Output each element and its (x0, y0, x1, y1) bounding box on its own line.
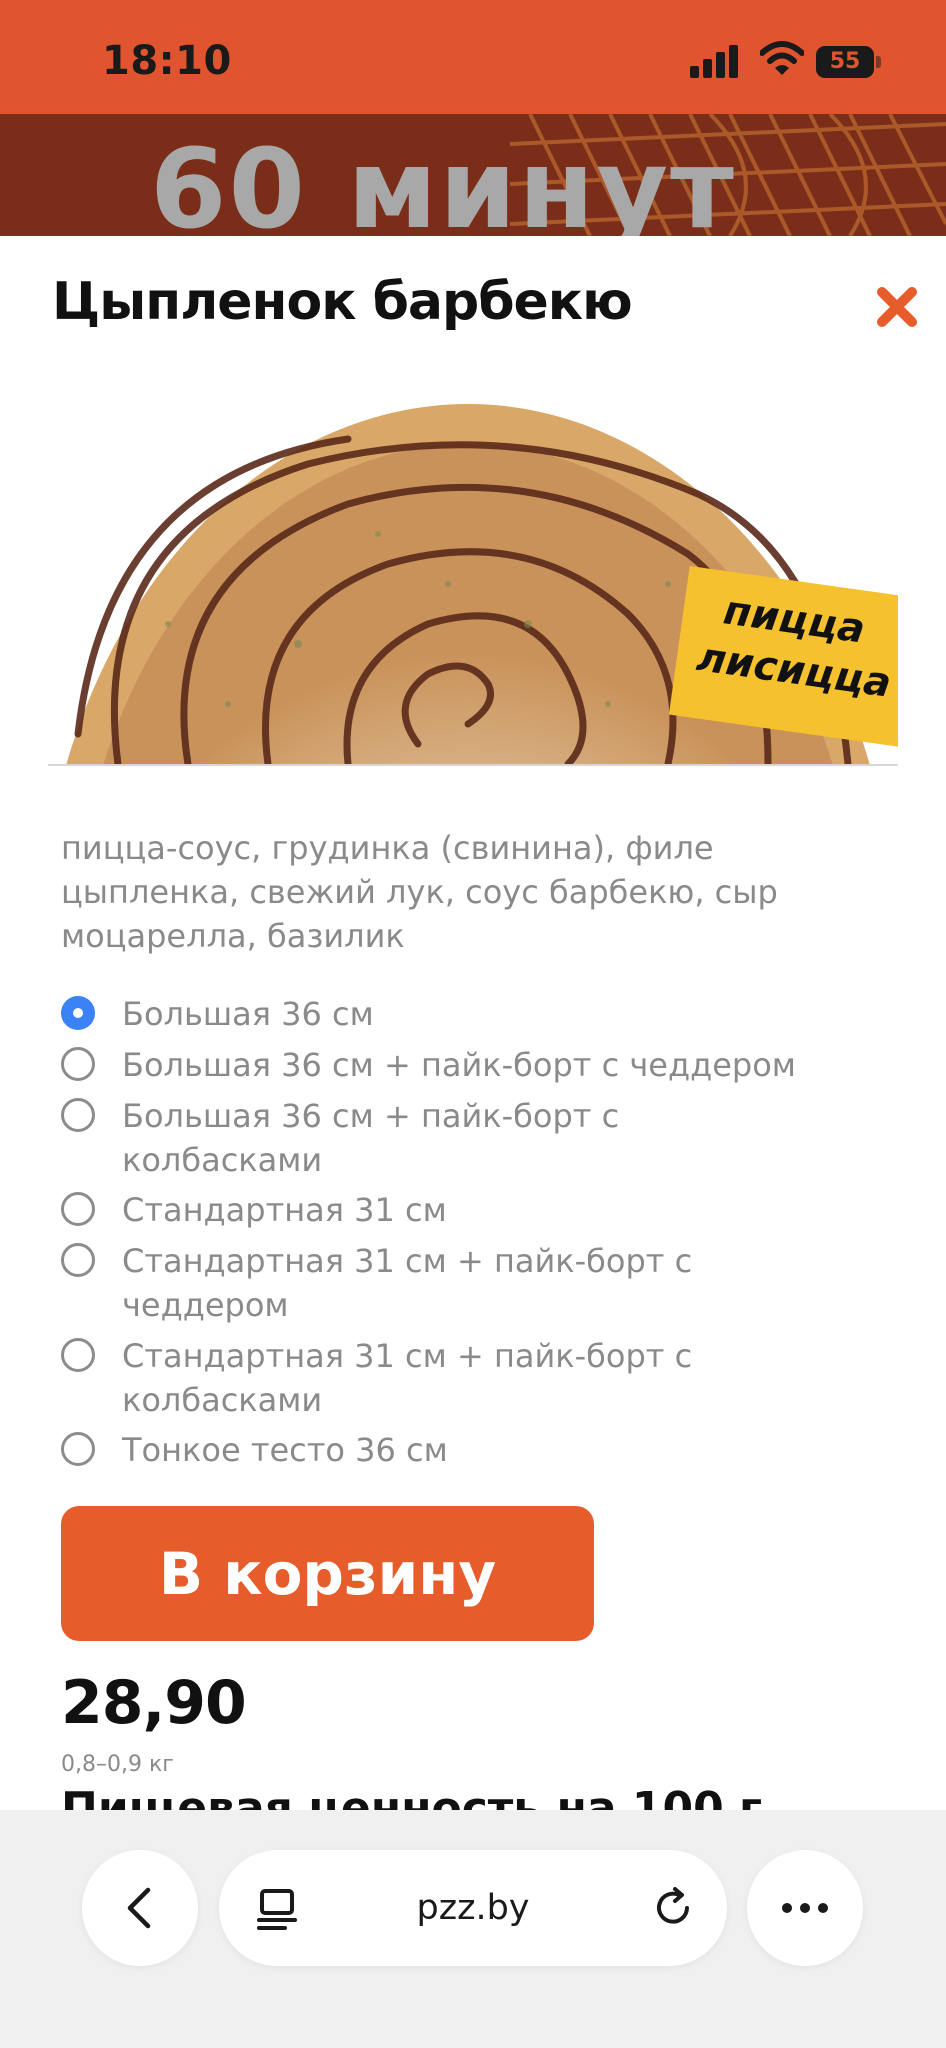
size-option-label: Стандартная 31 см (122, 1191, 447, 1229)
product-price: 28,90 (61, 1668, 247, 1738)
size-option-label: Стандартная 31 см + пайк-борт с колбаска… (122, 1337, 693, 1419)
size-option-label: Тонкое тесто 36 см (122, 1431, 448, 1469)
brand-tag-line2: лисицца (693, 634, 894, 707)
size-option-label: Стандартная 31 см + пайк-борт с чеддером (122, 1242, 693, 1324)
status-time: 18:10 (102, 38, 232, 84)
radio-button[interactable] (61, 1338, 95, 1372)
size-option-label: Большая 36 см (122, 995, 374, 1033)
chevron-left-icon (127, 1887, 151, 1929)
add-to-cart-button[interactable]: В корзину (61, 1506, 594, 1641)
wifi-icon (760, 41, 804, 75)
reload-icon[interactable] (651, 1886, 695, 1930)
battery-level: 55 (829, 49, 861, 74)
back-button[interactable] (82, 1850, 198, 1966)
address-bar[interactable]: pzz.by (219, 1850, 727, 1966)
radio-button[interactable] (61, 1098, 95, 1132)
radio-button[interactable] (61, 1192, 95, 1226)
promo-text: 60 минут (150, 125, 736, 236)
product-image: пицца лисицца (48, 404, 898, 766)
radio-button[interactable] (61, 1243, 95, 1277)
signal-icon (690, 44, 740, 78)
product-modal: Цыпленок барбекю пицца лисицца пицца-соу… (0, 236, 946, 1810)
product-title: Цыпленок барбекю (52, 272, 633, 332)
size-option-label: Большая 36 см + пайк-борт с колбасками (122, 1097, 620, 1179)
browser-toolbar: pzz.by (0, 1810, 946, 2048)
promo-banner: 60 минут (0, 114, 946, 236)
radio-button[interactable] (61, 1432, 95, 1466)
battery-tip (876, 56, 881, 68)
product-weight: 0,8–0,9 кг (61, 1752, 174, 1777)
more-icon (782, 1903, 828, 1913)
nutrition-heading: Пищевая ценность на 100 г (61, 1784, 763, 1810)
size-option-label: Большая 36 см + пайк-борт с чеддером (122, 1046, 796, 1084)
more-button[interactable] (747, 1850, 863, 1966)
status-bar: 18:10 55 (0, 0, 946, 114)
battery-icon: 55 (816, 46, 874, 78)
close-icon[interactable] (874, 284, 920, 330)
radio-button[interactable] (61, 1047, 95, 1081)
product-description: пицца-соус, грудинка (свинина), филе цып… (61, 829, 778, 955)
radio-button-selected[interactable] (61, 996, 95, 1030)
